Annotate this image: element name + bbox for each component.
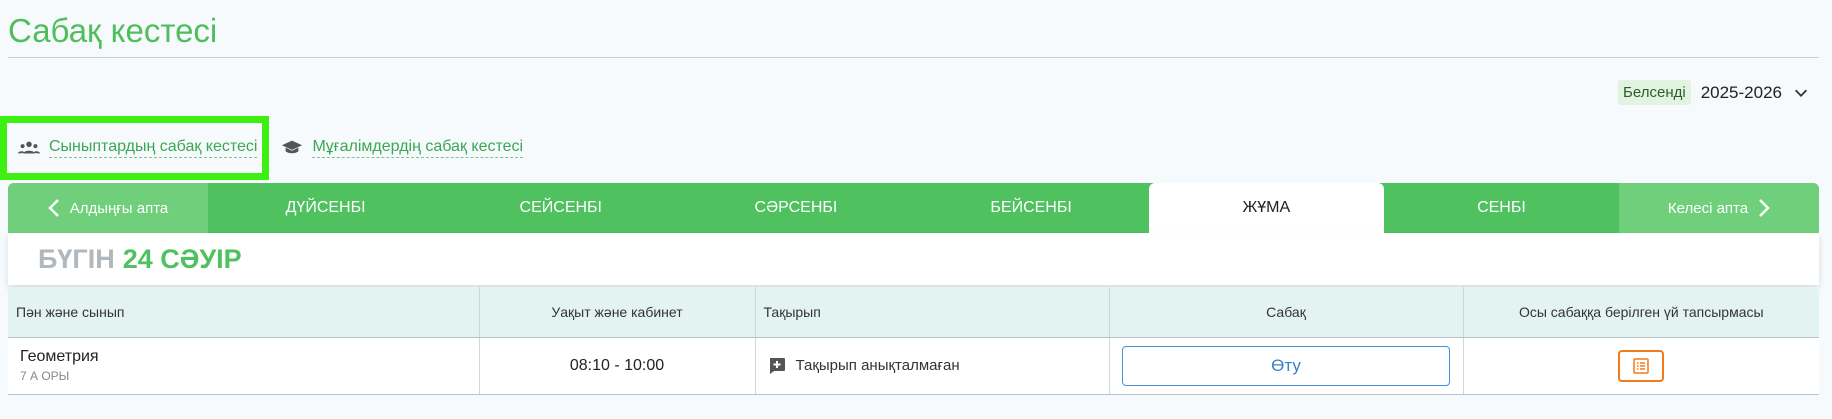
header-subject-class: Пән және сынып (8, 287, 480, 338)
previous-week-label: Алдыңғы апта (69, 199, 169, 217)
week-navigation: Алдыңғы апта ДҮЙСЕНБІ СЕЙСЕНБІ СӘРСЕНБІ … (8, 183, 1819, 233)
users-icon (18, 141, 40, 153)
header-time-room: Уақыт және кабинет (479, 287, 756, 338)
academic-year-value[interactable]: 2025-2026 (1701, 83, 1782, 103)
tab-teacher-schedule[interactable]: Мұғалімдердің сабақ кестесі (281, 138, 524, 158)
tab-day-wednesday[interactable]: СӘРСЕНБІ (678, 183, 913, 233)
table-header-row: Пән және сынып Уақыт және кабинет Тақыры… (8, 287, 1819, 338)
graduation-cap-icon (282, 140, 303, 153)
next-week-button[interactable]: Келесі апта (1619, 183, 1819, 233)
subject-name: Геометрия (20, 348, 99, 365)
tab-class-schedule-label[interactable]: Сыныптардың сабақ кестесі (49, 138, 258, 158)
page-title: Сабақ кестесі (8, 12, 218, 49)
tab-day-friday[interactable]: ЖҰМА (1148, 183, 1384, 233)
today-label: БҮГІН (38, 243, 115, 274)
tab-day-thursday[interactable]: БЕЙСЕНБІ (914, 183, 1149, 233)
topic-cell: Тақырып анықталмаған (755, 337, 1110, 395)
class-name: 7 А ОРЫ (20, 369, 70, 383)
weekday-tabs: ДҮЙСЕНБІ СЕЙСЕНБІ СӘРСЕНБІ БЕЙСЕНБІ ЖҰМА… (208, 183, 1619, 233)
tab-day-tuesday[interactable]: СЕЙСЕНБІ (443, 183, 678, 233)
list-icon (1633, 357, 1649, 374)
topic-text: Тақырып анықталмаған (795, 357, 960, 374)
tab-class-schedule[interactable]: Сыныптардың сабақ кестесі (0, 115, 270, 180)
tab-day-monday[interactable]: ДҮЙСЕНБІ (208, 183, 443, 233)
time-cell: 08:10 - 10:00 (479, 337, 756, 395)
active-badge: Белсенді (1618, 80, 1691, 105)
chevron-right-icon (1759, 199, 1770, 217)
today-date: 24 СӘУІР (122, 243, 242, 274)
tab-day-saturday[interactable]: СЕНБІ (1384, 183, 1619, 233)
title-divider (8, 57, 1819, 58)
homework-button[interactable] (1618, 349, 1665, 382)
go-to-lesson-button[interactable]: Өту (1122, 345, 1450, 386)
chevron-left-icon (47, 199, 59, 217)
header-homework: Осы сабаққа берілген үй тапсырмасы (1463, 287, 1819, 338)
previous-week-button[interactable]: Алдыңғы апта (8, 183, 208, 233)
header-lesson: Сабақ (1109, 287, 1464, 338)
academic-year-selector[interactable]: Белсенді 2025-2026 (1618, 80, 1810, 105)
chevron-down-icon[interactable] (1792, 84, 1810, 102)
lesson-cell: Өту (1109, 337, 1464, 395)
homework-cell (1463, 337, 1819, 395)
add-topic-icon[interactable] (768, 357, 786, 375)
subject-cell: Геометрия 7 А ОРЫ (8, 337, 480, 395)
header-topic: Тақырып (755, 287, 1110, 338)
next-week-label: Келесі апта (1667, 199, 1749, 217)
today-banner: БҮГІН 24 СӘУІР (8, 233, 1819, 285)
schedule-table: Пән және сынып Уақыт және кабинет Тақыры… (8, 287, 1819, 395)
view-tabs: Сыныптардың сабақ кестесі Мұғалімдердің … (0, 115, 524, 180)
tab-teacher-schedule-label[interactable]: Мұғалімдердің сабақ кестесі (312, 138, 524, 158)
table-row: Геометрия 7 А ОРЫ 08:10 - 10:00 Тақырып … (8, 337, 1819, 395)
